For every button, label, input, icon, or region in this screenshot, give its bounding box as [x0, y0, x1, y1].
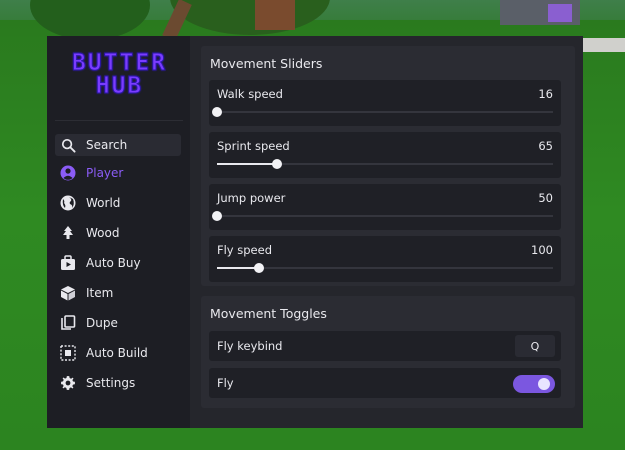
slider-knob[interactable]: [212, 107, 222, 117]
toggle-label: Fly: [217, 376, 234, 390]
search-icon: [59, 136, 77, 154]
tree-trunk: [255, 0, 295, 30]
gear-icon: [59, 374, 77, 392]
main-content: Movement Sliders Walk speed 16 Sprint sp…: [190, 36, 583, 428]
movement-toggles-section: Movement Toggles Fly keybind Q Fly: [201, 296, 575, 408]
sidebar-item-label: Auto Build: [86, 346, 148, 360]
slider-track[interactable]: [217, 263, 553, 273]
slider-track[interactable]: [212, 107, 553, 117]
sidebar-item-world[interactable]: World: [55, 192, 181, 214]
tree-icon: [59, 224, 77, 242]
section-title: Movement Toggles: [210, 306, 327, 321]
select-box-icon: [59, 344, 77, 362]
slider-label: Jump power: [217, 191, 286, 205]
sidebar-item-wood[interactable]: Wood: [55, 222, 181, 244]
sidebar: BUTTER HUB Search Player World Wood Auto…: [47, 36, 190, 428]
sidebar-item-settings[interactable]: Settings: [55, 372, 181, 394]
sidebar-item-label: Item: [86, 286, 114, 300]
sidebar-item-auto-build[interactable]: Auto Build: [55, 342, 181, 364]
divider: [55, 120, 183, 121]
walk-speed-slider[interactable]: Walk speed 16: [209, 80, 561, 126]
sidebar-item-auto-buy[interactable]: Auto Buy: [55, 252, 181, 274]
movement-sliders-section: Movement Sliders Walk speed 16 Sprint sp…: [201, 46, 575, 286]
slider-value: 65: [538, 139, 553, 153]
slider-fill: [217, 267, 259, 269]
sidebar-item-player[interactable]: Player: [55, 162, 181, 184]
sidebar-item-label: Auto Buy: [86, 256, 141, 270]
sidebar-item-label: World: [86, 196, 121, 210]
sidebar-item-item[interactable]: Item: [55, 282, 181, 304]
sidebar-item-dupe[interactable]: Dupe: [55, 312, 181, 334]
sprint-speed-slider[interactable]: Sprint speed 65: [209, 132, 561, 178]
slider-knob[interactable]: [254, 263, 264, 273]
slider-value: 16: [538, 87, 553, 101]
store-icon: [59, 254, 77, 272]
search-label: Search: [86, 138, 128, 152]
fly-speed-slider[interactable]: Fly speed 100: [209, 236, 561, 282]
fly-keybind-row: Fly keybind Q: [209, 331, 561, 361]
logo-line2: HUB: [95, 73, 144, 99]
building-sign: [548, 4, 572, 22]
fly-keybind-button[interactable]: Q: [515, 335, 555, 357]
fly-toggle-switch[interactable]: [513, 375, 555, 393]
logo-line1: BUTTER: [71, 50, 168, 76]
slider-label: Sprint speed: [217, 139, 290, 153]
slider-label: Fly speed: [217, 243, 273, 257]
sidebar-item-label: Wood: [86, 226, 120, 240]
slider-knob[interactable]: [272, 159, 283, 169]
sidebar-item-label: Settings: [86, 376, 136, 390]
copy-icon: [59, 314, 77, 332]
slider-label: Walk speed: [217, 87, 283, 101]
slider-track[interactable]: [217, 159, 553, 169]
butter-hub-window: BUTTER HUB Search Player World Wood Auto…: [47, 36, 583, 428]
globe-icon: [59, 194, 77, 212]
sidebar-item-label: Dupe: [86, 316, 118, 330]
sidebar-search[interactable]: Search: [55, 134, 181, 156]
section-title: Movement Sliders: [210, 56, 323, 71]
user-circle-icon: [59, 164, 77, 182]
jump-power-slider[interactable]: Jump power 50: [209, 184, 561, 230]
fly-toggle-row: Fly: [209, 368, 561, 398]
cube-icon: [59, 284, 77, 302]
sidewalk: [580, 38, 625, 52]
slider-fill: [217, 163, 278, 165]
slider-value: 100: [531, 243, 553, 257]
slider-value: 50: [538, 191, 553, 205]
sidebar-item-label: Player: [86, 166, 124, 180]
keybind-label: Fly keybind: [217, 339, 283, 353]
toggle-knob: [538, 378, 550, 390]
slider-knob[interactable]: [212, 211, 222, 221]
app-logo: BUTTER HUB: [57, 50, 182, 99]
slider-track[interactable]: [212, 211, 553, 221]
